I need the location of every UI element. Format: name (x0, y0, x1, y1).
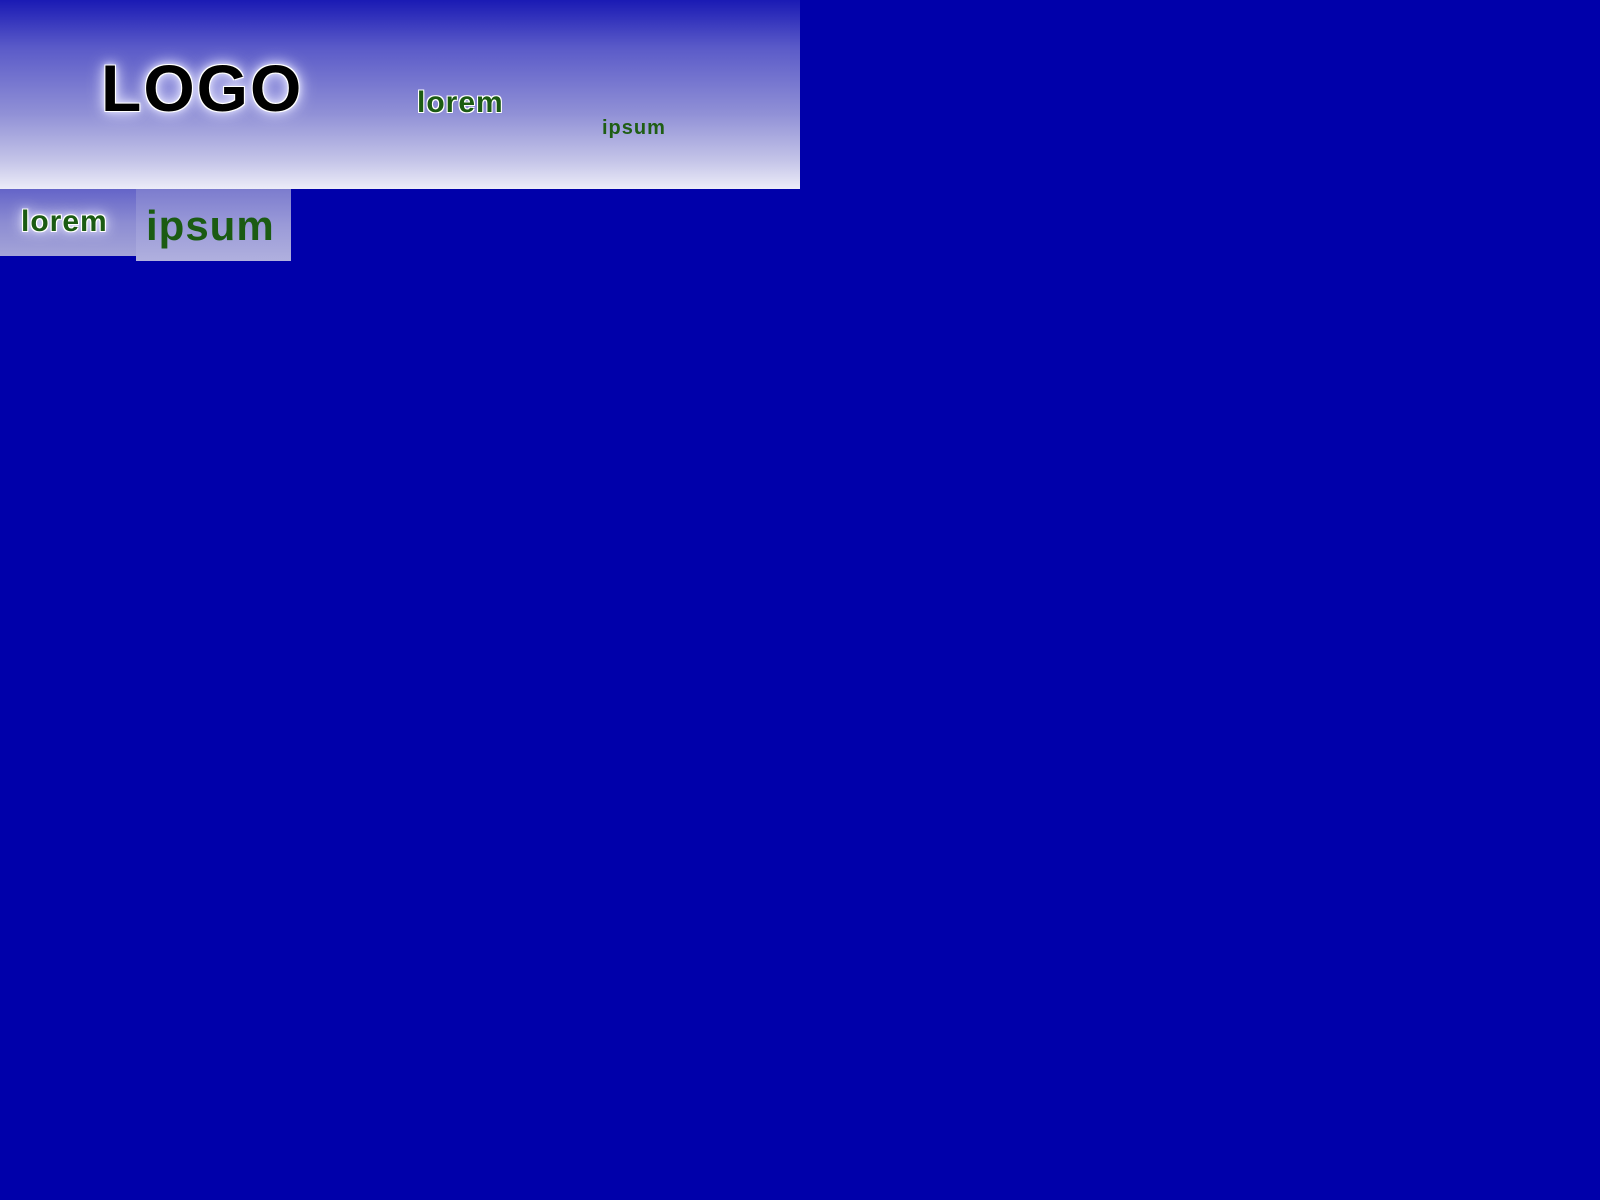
site-logo[interactable]: LOGO (101, 55, 303, 121)
header-link-ipsum[interactable]: ipsum (602, 118, 666, 138)
tab-lorem-label: lorem (21, 205, 108, 238)
tab-ipsum-label: ipsum (146, 202, 275, 249)
tab-ipsum[interactable]: ipsum (136, 189, 291, 261)
site-header: LOGO lorem ipsum (0, 0, 800, 189)
tab-lorem[interactable]: lorem (0, 189, 136, 256)
header-link-lorem[interactable]: lorem (417, 88, 504, 118)
